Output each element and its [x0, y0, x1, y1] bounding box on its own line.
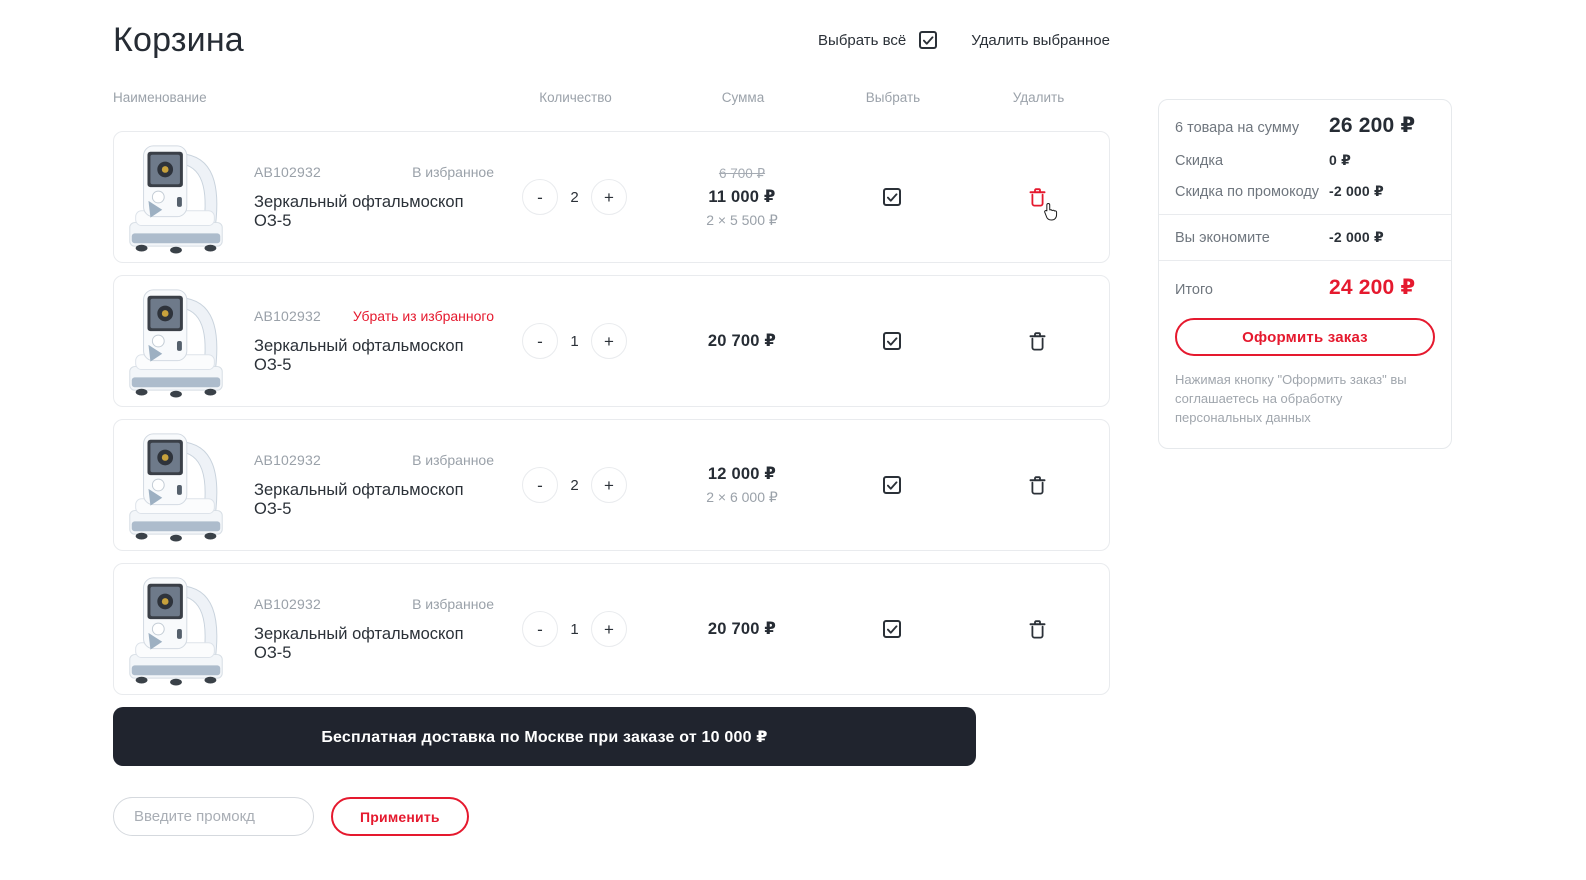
decrease-quantity-button[interactable]: - — [522, 467, 558, 503]
summary-divider — [1159, 214, 1451, 215]
quantity-stepper: - 2 + — [517, 467, 632, 503]
item-article: АВ102932 — [254, 596, 321, 612]
select-all[interactable]: Выбрать всё — [818, 31, 937, 49]
delete-item-button[interactable] — [1027, 330, 1048, 353]
favorite-toggle[interactable]: Убрать из избранного — [353, 308, 494, 324]
quantity-value: 2 — [558, 189, 591, 206]
item-article: АВ102932 — [254, 452, 321, 468]
select-item-checkbox[interactable] — [883, 332, 901, 350]
favorite-toggle[interactable]: В избранное — [412, 164, 494, 180]
promo-input[interactable] — [113, 797, 314, 836]
column-header-delete: Удалить — [950, 90, 1127, 105]
decrease-quantity-button[interactable]: - — [522, 323, 558, 359]
delete-selected-button[interactable]: Удалить выбранное — [971, 32, 1110, 49]
page-title: Корзина — [113, 21, 244, 60]
product-image — [121, 426, 231, 544]
column-header-name: Наименование — [113, 90, 518, 105]
select-all-checkbox[interactable] — [919, 31, 937, 49]
cart-items-list: АВ102932 В избранное Зеркальный офтальмо… — [113, 131, 1110, 695]
product-image — [121, 138, 231, 256]
items-count-value: 26 200 ₽ — [1329, 113, 1435, 138]
column-header-quantity: Количество — [518, 90, 633, 105]
cart-page: Корзина Выбрать всё Удалить выбранное На… — [0, 0, 1586, 880]
select-item-checkbox[interactable] — [883, 620, 901, 638]
favorite-toggle[interactable]: В избранное — [412, 452, 494, 468]
summary-divider — [1159, 260, 1451, 261]
product-image — [121, 570, 231, 688]
checkout-button[interactable]: Оформить заказ — [1175, 318, 1435, 356]
cart-item-row: АВ102932 В избранное Зеркальный офтальмо… — [113, 131, 1110, 263]
item-name: Зеркальный офтальмоскоп ОЗ-5 — [254, 193, 494, 231]
item-price: 11 000 ₽ — [708, 187, 775, 207]
items-count-label: 6 товара на сумму — [1175, 120, 1329, 136]
item-article: АВ102932 — [254, 164, 321, 180]
pointer-cursor-icon — [1041, 202, 1059, 222]
increase-quantity-button[interactable]: + — [591, 179, 627, 215]
delete-item-button[interactable] — [1027, 186, 1048, 209]
order-summary: 6 товара на сумму 26 200 ₽ Скидка 0 ₽ Ск… — [1158, 99, 1452, 449]
cart-item-row: АВ102932 Убрать из избранного Зеркальный… — [113, 275, 1110, 407]
item-name: Зеркальный офтальмоскоп ОЗ-5 — [254, 481, 494, 519]
item-unit-price: 2 × 6 000 ₽ — [706, 489, 778, 506]
free-delivery-banner: Бесплатная доставка по Москве при заказе… — [113, 707, 976, 766]
increase-quantity-button[interactable]: + — [591, 467, 627, 503]
item-price: 20 700 ₽ — [708, 331, 776, 351]
increase-quantity-button[interactable]: + — [591, 611, 627, 647]
item-article: АВ102932 — [254, 308, 321, 324]
promo-discount-value: -2 000 ₽ — [1329, 183, 1435, 200]
item-price: 20 700 ₽ — [708, 619, 776, 639]
item-name: Зеркальный офтальмоскоп ОЗ-5 — [254, 337, 494, 375]
product-image — [121, 282, 231, 400]
decrease-quantity-button[interactable]: - — [522, 611, 558, 647]
decrease-quantity-button[interactable]: - — [522, 179, 558, 215]
column-header-sum: Сумма — [633, 90, 853, 105]
page-header: Корзина Выбрать всё Удалить выбранное — [113, 14, 1110, 66]
promo-discount-label: Скидка по промокоду — [1175, 184, 1329, 200]
item-old-price: 6 700 ₽ — [719, 166, 765, 182]
table-header: Наименование Количество Сумма Выбрать Уд… — [113, 90, 1110, 105]
column-header-select: Выбрать — [853, 90, 933, 105]
apply-promo-button[interactable]: Применить — [331, 797, 469, 836]
promo-section: Применить — [113, 797, 1110, 836]
favorite-toggle[interactable]: В избранное — [412, 596, 494, 612]
total-label: Итого — [1175, 282, 1329, 298]
banner-text: Бесплатная доставка по Москве при заказе… — [321, 727, 767, 747]
cart-item-row: АВ102932 В избранное Зеркальный офтальмо… — [113, 419, 1110, 551]
item-name: Зеркальный офтальмоскоп ОЗ-5 — [254, 625, 494, 663]
item-unit-price: 2 × 5 500 ₽ — [706, 212, 778, 229]
quantity-value: 1 — [558, 621, 591, 638]
quantity-stepper: - 1 + — [517, 323, 632, 359]
quantity-value: 2 — [558, 477, 591, 494]
savings-label: Вы экономите — [1175, 230, 1329, 246]
savings-value: -2 000 ₽ — [1329, 229, 1435, 246]
total-value: 24 200 ₽ — [1329, 275, 1435, 300]
discount-label: Скидка — [1175, 153, 1329, 169]
trash-icon — [1029, 476, 1046, 495]
select-item-checkbox[interactable] — [883, 188, 901, 206]
quantity-value: 1 — [558, 333, 591, 350]
item-price: 12 000 ₽ — [708, 464, 776, 484]
trash-icon — [1029, 620, 1046, 639]
select-item-checkbox[interactable] — [883, 476, 901, 494]
cart-item-row: АВ102932 В избранное Зеркальный офтальмо… — [113, 563, 1110, 695]
quantity-stepper: - 1 + — [517, 611, 632, 647]
delete-item-button[interactable] — [1027, 474, 1048, 497]
discount-value: 0 ₽ — [1329, 152, 1435, 169]
increase-quantity-button[interactable]: + — [591, 323, 627, 359]
delete-item-button[interactable] — [1027, 618, 1048, 641]
quantity-stepper: - 2 + — [517, 179, 632, 215]
consent-note: Нажимая кнопку "Оформить заказ" вы согла… — [1175, 371, 1415, 428]
select-all-label: Выбрать всё — [818, 32, 906, 49]
trash-icon — [1029, 332, 1046, 351]
